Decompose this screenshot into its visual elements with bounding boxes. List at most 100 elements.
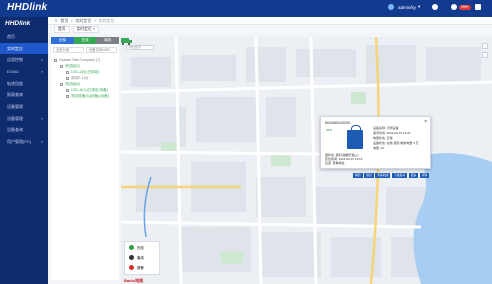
tree-node-label: 测试组(5): [65, 81, 81, 86]
map-attribution: Baidu地图: [124, 278, 144, 283]
app-logo: HHDlink: [7, 2, 48, 13]
tree-node-label: DSC-A(1)(已绑定/设备): [71, 87, 108, 92]
lock-icon: [475, 4, 481, 10]
chevron-down-icon: ▾: [41, 58, 43, 63]
popup-line: 位置: 查看地址: [325, 161, 345, 165]
notifications-button[interactable]: 999+: [451, 4, 471, 10]
breadcrumb-item: 实时定位: [98, 17, 115, 23]
checkbox[interactable]: [66, 70, 69, 74]
language-switch[interactable]: [388, 4, 394, 10]
checkbox[interactable]: [60, 64, 63, 68]
checkbox[interactable]: [60, 82, 63, 86]
sidebar-item-label: 设备管理: [7, 103, 23, 109]
popup-imei: 862885040200: [325, 121, 351, 125]
username-label: admin/ky: [398, 4, 417, 10]
popup-line: 电量: 32: [373, 146, 385, 150]
alarm-dot-icon: [129, 264, 134, 270]
device-search-input[interactable]: 设备名称/IMEI: [86, 47, 117, 53]
user-menu[interactable]: admin/ky ▾: [398, 4, 420, 10]
popup-actions: 解封 施封 查看轨迹 下发指令 更多 详情: [353, 173, 430, 178]
sidebar-item-label: 轨迹回放: [7, 80, 23, 86]
sidebar-item[interactable]: 设备管理 ▾: [0, 113, 48, 125]
popup-action-button[interactable]: 查看轨迹: [375, 173, 391, 178]
bell-icon: [451, 4, 457, 10]
sidebar-item-label: 实时定位: [7, 45, 23, 51]
popup-left-info: 锁状态: 施封(锁绳已插入) 定位时间: 2022-03-15 13:19 位置: …: [325, 153, 380, 165]
menu-toggle-icon[interactable]: ≡: [55, 18, 57, 23]
globe-icon: [388, 4, 394, 10]
notification-badge: 999+: [459, 4, 471, 10]
map-zoom-button[interactable]: [482, 52, 488, 58]
offline-dot-icon: [129, 254, 134, 260]
sidebar-item-label: 设备管理: [7, 115, 23, 121]
chevron-down-icon: ▾: [41, 116, 43, 121]
segment-all[interactable]: 全部: [51, 37, 74, 44]
tree-node-label: 测试设备(5)(设备)(设备): [71, 93, 109, 98]
sidebar-item[interactable]: ECMU ▾: [0, 66, 48, 78]
sidebar-item[interactable]: 实时定位: [0, 42, 48, 55]
map-search-input[interactable]: 地址搜索: [126, 45, 154, 50]
battery-percent: 32%: [326, 128, 333, 132]
tree-node-label: DSC-Z(0)(已绑定): [71, 69, 100, 74]
sidebar-item[interactable]: 首页: [0, 31, 48, 43]
close-icon[interactable]: ×: [424, 119, 427, 125]
map-view[interactable]: 地址搜索 862885040200 × 32% 锁状态: 施封(锁绳已插入) 定位…: [121, 37, 492, 284]
segment-offline[interactable]: 离线: [96, 37, 120, 44]
sidebar-item[interactable]: 轨迹回放: [0, 78, 48, 90]
sidebar-item-label: 用户管理(PC): [7, 139, 32, 145]
chevron-down-icon: ▾: [41, 140, 43, 145]
tab-bar: 首页 实时定位 ×: [48, 25, 492, 33]
checkbox[interactable]: [54, 58, 57, 62]
sidebar-item-label: 远程控制: [7, 57, 23, 63]
lock-screen-button[interactable]: [475, 4, 481, 10]
chevron-down-icon: ▾: [418, 4, 421, 9]
map-legend: 在线 离线 报警: [124, 241, 160, 275]
chevron-down-icon: ▾: [41, 69, 43, 74]
sidebar-item[interactable]: 用户管理(PC) ▾: [0, 136, 48, 148]
sidebar-item[interactable]: 设备查询: [0, 125, 48, 137]
segment-online[interactable]: 在线: [73, 37, 97, 44]
device-tree: Huawei Test Company (7) 测试组(2) DSC-Z(0)(已绑…: [51, 57, 119, 99]
status-segments: 全部 在线 离线: [51, 37, 120, 44]
checkbox[interactable]: [66, 94, 69, 98]
sidebar-item-label: ECMU: [7, 69, 19, 75]
tree-node[interactable]: 测试设备(5)(设备)(设备): [54, 93, 119, 99]
popup-action-button[interactable]: 更多: [408, 173, 419, 178]
checkbox[interactable]: [66, 88, 69, 92]
tree-node-label: 测试Z-1(0): [71, 75, 88, 80]
sidebar: HHDlink 首页 实时定位 远程控制 ▾ ECMU ▾ 轨迹回放 报表查询 设备管理 设备管理…: [0, 17, 48, 284]
breadcrumb: ≡ 首页 / 实时定位 / 实时定位: [48, 17, 492, 25]
breadcrumb-item[interactable]: 实时定位: [75, 18, 91, 24]
settings-button[interactable]: [432, 4, 438, 10]
top-header: HHDlink admin/ky ▾ 999+: [0, 0, 492, 17]
sidebar-item[interactable]: 报表查询: [0, 89, 48, 101]
sidebar-item-label: 首页: [7, 33, 15, 39]
device-info-popup: 862885040200 × 32% 锁状态: 施封(锁绳已插入) 定位时间: 2…: [320, 116, 431, 169]
online-dot-icon: [129, 244, 134, 250]
map-canvas: [121, 37, 492, 284]
sidebar-brand: HHDlink: [5, 20, 31, 27]
group-select[interactable]: 全部分组: [53, 47, 84, 53]
popup-action-button[interactable]: 解封: [353, 173, 363, 178]
tab-home[interactable]: 首页: [54, 25, 70, 33]
legend-label: 报警: [137, 265, 144, 270]
popup-action-button[interactable]: 下发指令: [391, 173, 408, 178]
map-layers-button[interactable]: [482, 43, 488, 49]
tree-node-label: 测试组(2): [65, 63, 81, 68]
breadcrumb-item[interactable]: 首页: [60, 18, 68, 24]
device-tree-panel: 全部 在线 离线 全部分组 设备名称/IMEI Huawei Test Comp…: [51, 37, 120, 280]
sidebar-item-label: 报表查询: [7, 92, 23, 98]
popup-action-button[interactable]: 详情: [419, 173, 430, 178]
lock-icon: [347, 125, 363, 149]
legend-label: 在线: [137, 245, 144, 250]
popup-action-button[interactable]: 施封: [364, 173, 374, 178]
tree-node-label: Huawei Test Company (7): [59, 58, 101, 62]
sidebar-item[interactable]: 设备管理: [0, 101, 48, 113]
legend-label: 离线: [137, 255, 144, 260]
sidebar-item[interactable]: 远程控制 ▾: [0, 54, 48, 66]
sidebar-item-label: 设备查询: [7, 127, 23, 133]
checkbox[interactable]: [66, 76, 69, 80]
gear-icon: [432, 4, 438, 10]
tab-realtime[interactable]: 实时定位 ×: [72, 25, 100, 33]
vehicle-marker-icon[interactable]: [121, 37, 132, 45]
